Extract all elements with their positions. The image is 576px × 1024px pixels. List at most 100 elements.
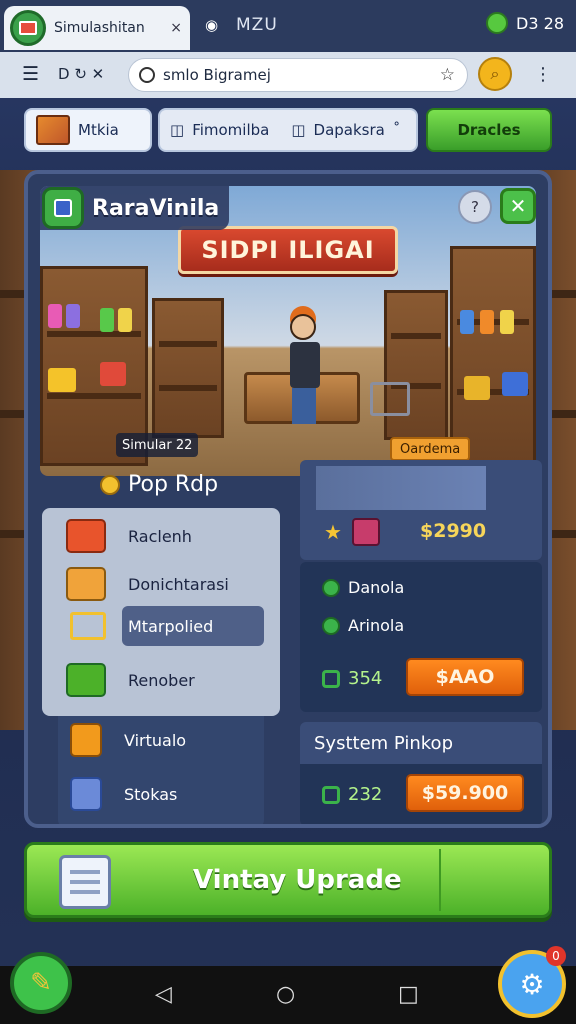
shop-chip[interactable]: Mtkia: [24, 108, 152, 152]
menu-icon[interactable]: ☰: [22, 63, 39, 85]
menu-item-label: Donichtarasi: [128, 574, 229, 594]
store-panel: SIDPI ILIGAI RaraVinila ? ✕ Simular 22 O…: [24, 170, 552, 828]
menu-item-renober[interactable]: Renober: [42, 660, 280, 700]
menu-item-label: Raclenh: [128, 526, 192, 546]
star-icon: ★: [324, 520, 342, 544]
recent-apps-icon[interactable]: □: [398, 982, 419, 1007]
camera-dispatch-chip[interactable]: ◫ Fimomilba ◫ Dapaksra ˚: [158, 108, 418, 152]
store-app-icon: [10, 10, 46, 46]
dispatch-suffix: ˚: [392, 121, 401, 139]
menu-item-raclenh[interactable]: Raclenh: [42, 516, 280, 556]
menu-item-mtarpolied[interactable]: Mtarpolied: [122, 606, 264, 646]
check-row-2: Arinola: [322, 616, 404, 635]
store-title: RaraVinila: [92, 195, 220, 221]
menu-header-label: Pop Rdp: [128, 472, 219, 497]
browser-tab[interactable]: Simulashitan ×: [4, 6, 190, 50]
menu-item-label: Renober: [128, 670, 195, 690]
check-label-2: Arinola: [348, 616, 405, 635]
store-scene: SIDPI ILIGAI RaraVinila ? ✕ Simular 22 O…: [40, 186, 536, 476]
status-right: D3 28: [486, 12, 564, 34]
coin-icon: [100, 474, 120, 495]
product: [118, 308, 132, 332]
check-icon: [322, 616, 340, 635]
toys-icon: [66, 567, 106, 601]
globe-icon: [139, 67, 155, 83]
system-pickup-title: Systtem Pinkop: [314, 732, 453, 754]
lock-icon[interactable]: ◉: [205, 16, 218, 34]
store-title-bar: RaraVinila: [40, 186, 230, 230]
camera-icon: ◫: [170, 121, 185, 139]
tab-number: MZU: [236, 15, 278, 35]
menu-item-label: Virtualo: [124, 730, 187, 750]
deals-button[interactable]: Dracles: [426, 108, 552, 152]
nav-controls[interactable]: D ↻ ✕: [58, 65, 104, 83]
product: [460, 310, 474, 334]
edit-icon: ✎: [30, 968, 52, 998]
menu-item-donichtarasi[interactable]: Donichtarasi: [42, 564, 280, 604]
address-text: smlo Bigramej: [163, 66, 271, 84]
tab-title: Simulashitan: [54, 20, 145, 36]
buy-button-1[interactable]: $AAO: [406, 658, 524, 696]
menu-item-virtualo[interactable]: Virtualo: [58, 720, 264, 760]
close-icon: ✕: [509, 194, 527, 218]
menu-list: Raclenh Donichtarasi Mtarpolied Renober: [42, 508, 280, 716]
shelf-mid-left: [152, 298, 224, 438]
search-button[interactable]: ⌕: [478, 57, 512, 91]
upgrade-button[interactable]: Vintay Uprade: [24, 842, 552, 918]
divider: [439, 849, 441, 911]
store-badge-icon: [42, 187, 84, 229]
stock-icon: [70, 777, 102, 811]
product: [48, 304, 62, 328]
shelf-right: [450, 246, 536, 466]
product: [100, 308, 114, 332]
product: [502, 372, 528, 396]
amount-2: 232: [348, 784, 383, 805]
clock: D3 28: [516, 13, 564, 33]
store-banner: SIDPI ILIGAI: [178, 226, 398, 274]
search-icon: ⌕: [490, 64, 500, 83]
offer-card: Danola Arinola 354 $AAO: [300, 562, 542, 712]
home-icon[interactable]: ○: [276, 982, 295, 1007]
help-icon: ?: [471, 198, 479, 216]
featured-offer[interactable]: ★ $2990: [300, 460, 542, 560]
upgrade-button-label: Vintay Uprade: [193, 865, 402, 895]
amount-row-2: 232: [322, 784, 382, 805]
buy-button-2[interactable]: $59.900: [406, 774, 524, 812]
deals-button-label: Dracles: [457, 121, 521, 139]
game-screen: Simulashitan × ◉ MZU D3 28 ☰ D ↻ ✕ smlo …: [0, 0, 576, 1024]
shopping-cart: [370, 382, 410, 416]
edit-fab[interactable]: ✎: [10, 952, 72, 1014]
product: [464, 376, 490, 400]
check-row-1: Danola: [322, 578, 404, 597]
featured-price: $2990: [420, 520, 487, 542]
product: [480, 310, 494, 334]
camera-chip-label: Fimomilba: [192, 121, 270, 139]
check-icon: [322, 578, 340, 597]
close-button[interactable]: ✕: [500, 188, 536, 224]
ticket-check-icon: [322, 785, 340, 804]
shop-chip-label: Mtkia: [78, 121, 119, 139]
back-icon[interactable]: ◁: [155, 982, 172, 1007]
address-field[interactable]: smlo Bigramej ☆: [128, 58, 468, 92]
product: [500, 310, 514, 334]
ticket-icon: [66, 519, 106, 553]
help-button[interactable]: ?: [458, 190, 492, 224]
menu-item-label: Mtarpolied: [128, 616, 214, 636]
amount-1: 354: [348, 668, 383, 689]
system-pickup-card: 232 $59.900: [300, 764, 542, 824]
menu-list-lower: Virtualo Stokas: [58, 716, 264, 824]
shelf-mid-right: [384, 290, 448, 440]
ticket-check-icon: [322, 669, 340, 688]
menu-item-stokas[interactable]: Stokas: [58, 774, 264, 814]
more-icon[interactable]: ⋮: [534, 64, 552, 85]
alien-icon: [486, 12, 509, 34]
tab-close-icon[interactable]: ×: [170, 20, 182, 36]
gift-icon: [70, 723, 102, 757]
order-badge[interactable]: Oardema: [390, 437, 471, 461]
shopkeeper: [290, 314, 320, 424]
cart-icon: [70, 612, 106, 640]
check-label-1: Danola: [348, 578, 405, 597]
status-bar: Simulashitan × ◉ MZU D3 28: [0, 0, 576, 52]
dispatch-chip-label: Dapaksra: [313, 121, 385, 139]
bookmark-star-icon[interactable]: ☆: [440, 65, 455, 85]
